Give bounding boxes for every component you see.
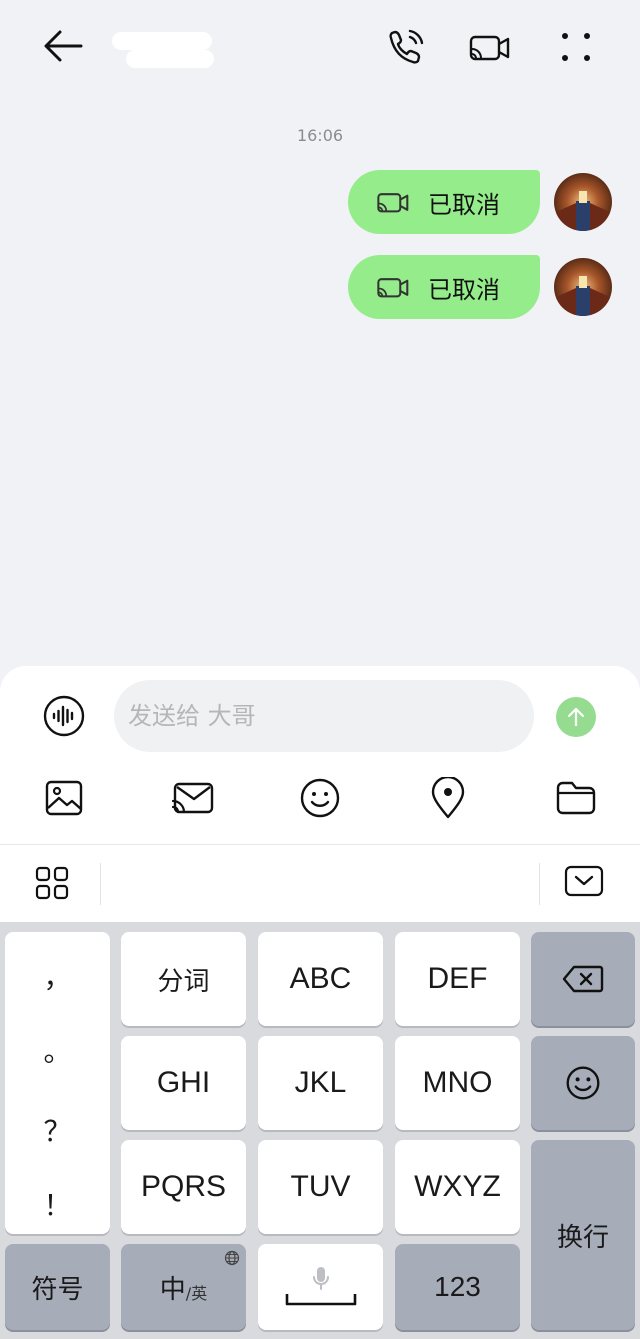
image-icon[interactable] (42, 776, 86, 820)
video-message-icon[interactable] (170, 776, 216, 820)
more-icon[interactable] (556, 25, 596, 69)
key-segment[interactable]: 分词 (121, 932, 246, 1026)
symbols-key[interactable]: 符号 (5, 1244, 110, 1330)
ime-toolbar (0, 844, 640, 922)
key-wxyz[interactable]: WXYZ (395, 1140, 520, 1234)
key-tuv[interactable]: TUV (258, 1140, 383, 1234)
numbers-key[interactable]: 123 (395, 1244, 520, 1330)
phone-icon[interactable] (384, 25, 428, 69)
video-call-icon[interactable] (466, 25, 516, 69)
avatar[interactable] (554, 173, 612, 231)
keyboard: ， 。 ？ ！ 分词 ABC DEF GHI JKL MNO PQRS TUV … (0, 922, 640, 1339)
call-status-text: 已取消 (428, 190, 500, 219)
punct-question-key[interactable]: ？ (5, 1110, 110, 1150)
backspace-key[interactable] (531, 932, 635, 1026)
video-call-icon (376, 271, 414, 303)
space-bar-icon (285, 1294, 356, 1306)
divider (539, 863, 540, 905)
emoji-key[interactable] (531, 1036, 635, 1130)
emoji-icon (566, 1066, 600, 1100)
arrow-up-icon (567, 707, 585, 727)
globe-icon (224, 1250, 240, 1266)
punct-period-key[interactable]: 。 (5, 1030, 110, 1070)
key-mno[interactable]: MNO (395, 1036, 520, 1130)
enter-key[interactable]: 换行 (531, 1140, 635, 1330)
message-row: 已取消 (348, 170, 612, 234)
space-key[interactable] (258, 1244, 383, 1330)
backspace-icon (562, 965, 604, 993)
language-switch-key[interactable]: 中/英 (121, 1244, 246, 1330)
lang-main-label: 中 (159, 1274, 186, 1305)
key-pqrs[interactable]: PQRS (121, 1140, 246, 1234)
message-timestamp: 16:06 (296, 126, 344, 145)
key-def[interactable]: DEF (395, 932, 520, 1026)
grid-menu-icon[interactable] (34, 865, 74, 905)
hide-keyboard-icon[interactable] (564, 865, 608, 901)
folder-icon[interactable] (554, 776, 598, 820)
voice-input-icon[interactable] (42, 694, 86, 738)
punct-exclaim-key[interactable]: ！ (5, 1184, 110, 1224)
call-status-text: 已取消 (428, 275, 500, 304)
message-row: 已取消 (348, 255, 612, 319)
message-input[interactable] (114, 680, 534, 752)
divider (100, 863, 101, 905)
punctuation-column[interactable]: ， 。 ？ ！ (5, 932, 110, 1234)
microphone-icon (312, 1267, 329, 1290)
punct-comma-key[interactable]: ， (5, 956, 110, 996)
contact-name (112, 24, 216, 74)
key-ghi[interactable]: GHI (121, 1036, 246, 1130)
chat-header (0, 0, 640, 95)
lang-alt-label: /英 (185, 1284, 208, 1303)
call-record-bubble[interactable]: 已取消 (348, 255, 540, 319)
send-button[interactable] (556, 697, 596, 737)
key-jkl[interactable]: JKL (258, 1036, 383, 1130)
emoji-icon[interactable] (298, 776, 342, 820)
location-icon[interactable] (426, 776, 470, 820)
call-record-bubble[interactable]: 已取消 (348, 170, 540, 234)
avatar[interactable] (554, 258, 612, 316)
key-abc[interactable]: ABC (258, 932, 383, 1026)
back-arrow-icon[interactable] (38, 22, 88, 70)
video-call-icon (376, 186, 414, 218)
composer-panel (0, 666, 640, 844)
